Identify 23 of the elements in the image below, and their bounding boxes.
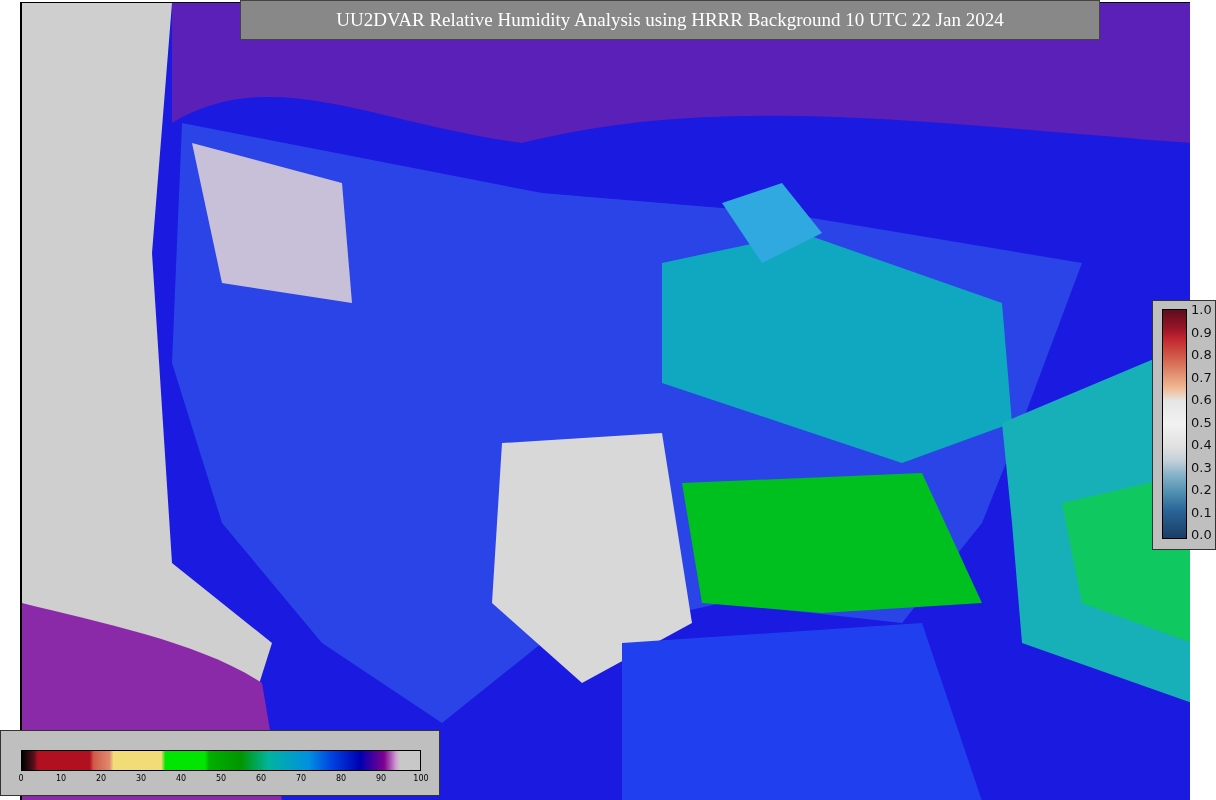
tick-label: 1.0 xyxy=(1191,302,1212,317)
tick-label: 70 xyxy=(295,773,307,785)
map-title: UU2DVAR Relative Humidity Analysis using HRRR Background 10 UTC 22 Jan 2024 xyxy=(240,0,1100,40)
tick-label: 30 xyxy=(135,773,147,785)
tick-label: 0.3 xyxy=(1191,459,1212,475)
tick-label: 0 xyxy=(18,773,24,785)
tick-label: 0.4 xyxy=(1191,437,1212,452)
tick-label: 0.5 xyxy=(1191,414,1212,430)
tick-label: 0.6 xyxy=(1191,392,1212,407)
tick-label: 80 xyxy=(335,773,347,785)
tick-label: 0.0 xyxy=(1191,527,1212,542)
tick-label: 0.1 xyxy=(1191,504,1212,520)
tick-label: 90 xyxy=(375,773,387,785)
tick-label: 0.2 xyxy=(1191,482,1212,497)
tick-label: 20 xyxy=(95,773,107,785)
tick-label: 40 xyxy=(175,773,187,785)
tick-label: 60 xyxy=(255,773,267,785)
tick-label: 50 xyxy=(215,773,227,785)
tick-label: 100 xyxy=(413,773,429,785)
tick-label: 0.9 xyxy=(1191,324,1212,340)
tick-label: 10 xyxy=(55,773,67,785)
tick-label: 0.8 xyxy=(1191,347,1212,362)
tick-label: 0.7 xyxy=(1191,369,1212,385)
